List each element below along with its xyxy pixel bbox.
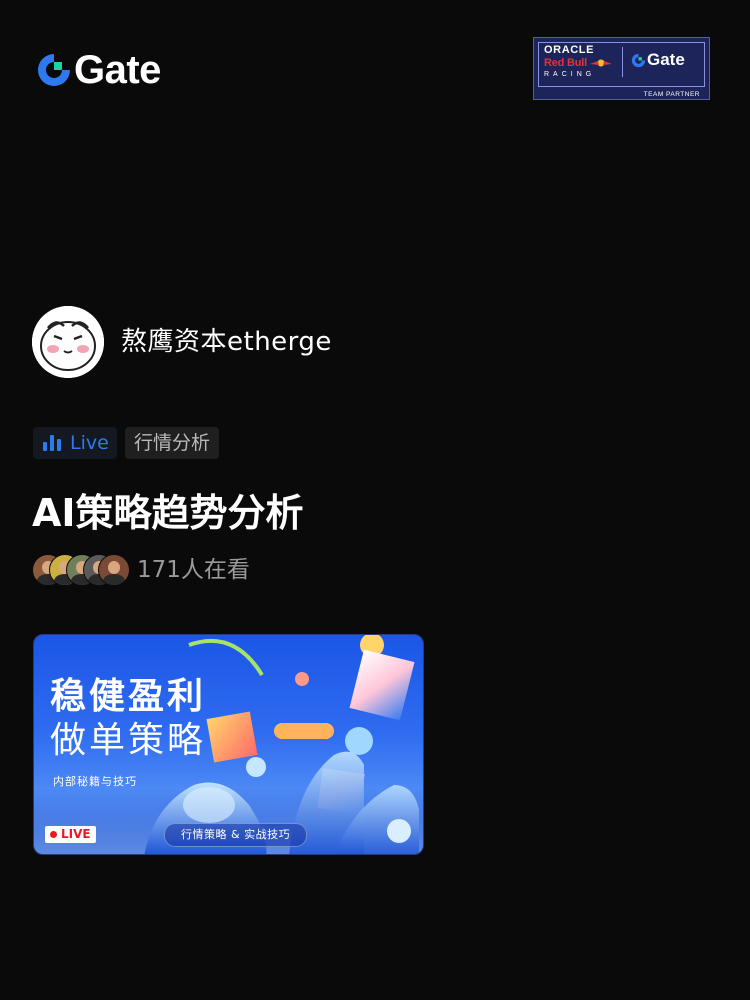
thumbnail-subtitle: 内部秘籍与技巧 (53, 775, 137, 788)
host-name[interactable]: 熬鹰资本etherge (121, 324, 332, 360)
viewer-avatars (32, 554, 132, 586)
host-avatar[interactable] (32, 306, 104, 378)
red-bull-icon (590, 59, 612, 67)
live-tag: Live (33, 427, 117, 459)
viewer-avatar (98, 554, 130, 586)
partner-gate-text: Gate (647, 50, 685, 69)
thumbnail-live-label: LIVE (61, 827, 91, 841)
live-dot-icon (50, 831, 57, 838)
thumbnail-headline-line1: 稳健盈利 (50, 676, 207, 717)
stream-thumbnail[interactable]: 稳健盈利 做单策略 内部秘籍与技巧 LIVE 行情策略 & 实战技巧 (33, 634, 424, 855)
viewer-count: 171人在看 (137, 557, 250, 583)
oracle-logo-text: ORACLE (544, 44, 595, 56)
live-bars-icon (43, 435, 61, 451)
category-tag[interactable]: 行情分析 (125, 427, 220, 459)
gate-logo-icon (631, 53, 646, 67)
live-tag-label: Live (70, 432, 109, 454)
gate-logo-text: Gate (74, 48, 161, 92)
thumbnail-live-badge: LIVE (45, 826, 96, 843)
stream-title: AI策略趋势分析 (32, 491, 304, 535)
gate-logo-icon (38, 54, 70, 86)
gate-logo: Gate (36, 50, 161, 90)
thumbnail-headline-line2: 做单策略 (50, 720, 207, 761)
partner-badge-divider (622, 47, 623, 77)
partner-gate-logo: Gate (631, 51, 685, 69)
team-partner-badge: ORACLE Red Bull RACING Gate TEAM PARTNER (533, 37, 710, 100)
thumbnail-topic-pill: 行情策略 & 实战技巧 (164, 823, 308, 847)
host-avatar-image (32, 306, 104, 378)
red-bull-logo-text: Red Bull (544, 57, 588, 69)
team-partner-text: TEAM PARTNER (643, 91, 700, 98)
racing-text: RACING (544, 71, 596, 78)
